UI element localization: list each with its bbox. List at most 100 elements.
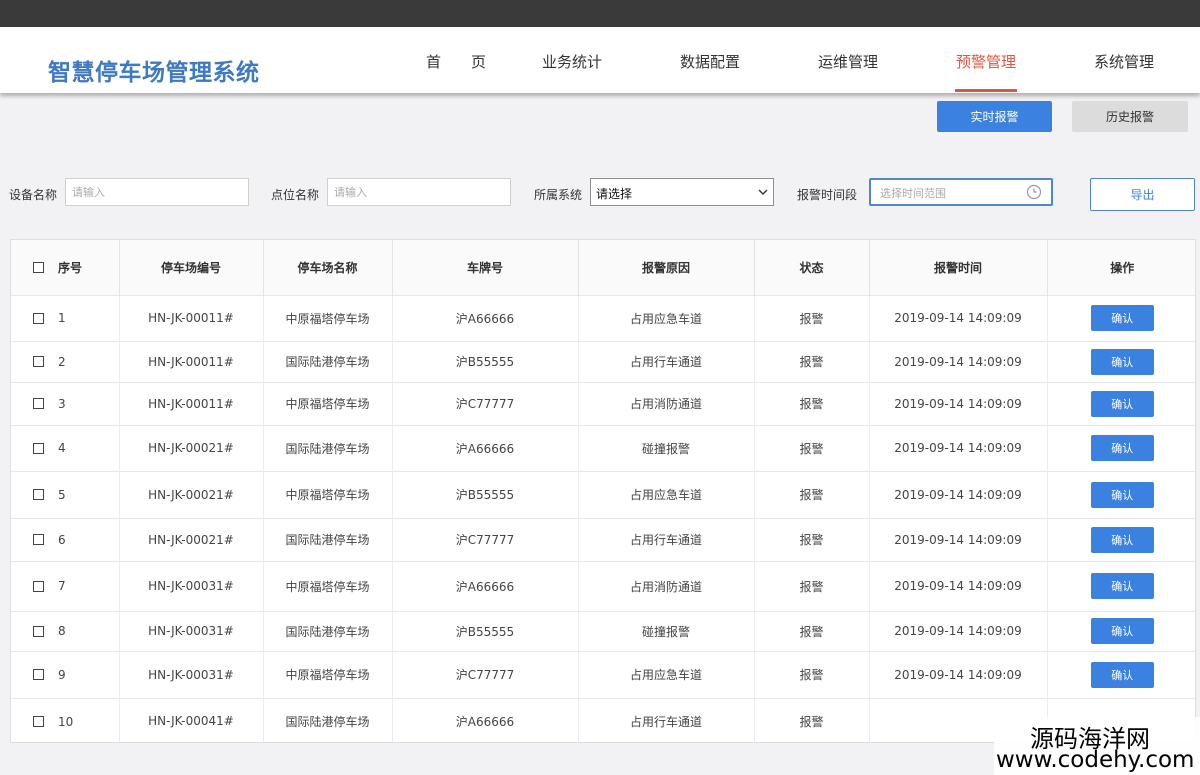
table-row: 8 HN-JK-00031# 国际陆港停车场 沪B55555 碰撞报警 报警 2… [11,610,1195,651]
watermark-url: www.codehy.com [996,747,1195,773]
active-nav-indicator [955,89,1017,92]
lot-code-cell: HN-JK-00011# [119,340,264,382]
reason-cell: 占用消防通道 [578,381,755,425]
nav-item-alert-management[interactable]: 预警管理 [956,51,1016,72]
system-select[interactable]: 请选择 [590,178,774,206]
status-cell: 报警 [754,470,870,518]
time-cell: 2019-09-14 14:09:09 [869,381,1048,425]
confirm-button[interactable]: 确认 [1090,526,1154,553]
nav-item-ops-management[interactable]: 运维管理 [818,51,878,72]
col-reason: 报警原因 [578,240,755,295]
col-time: 报警时间 [869,240,1048,295]
row-index: 4 [58,441,66,456]
row-checkbox[interactable] [33,356,44,368]
lot-name-cell: 中原福塔停车场 [263,381,393,425]
lot-name-cell: 中原福塔停车场 [263,470,393,518]
confirm-button[interactable]: 确认 [1090,481,1154,508]
lot-code-cell: HN-JK-00031# [119,560,264,611]
row-checkbox[interactable] [33,534,44,546]
time-cell: 2019-09-14 14:09:09 [869,650,1048,698]
plate-cell: 沪B55555 [392,470,579,518]
row-index: 3 [58,396,66,411]
plate-cell: 沪A66666 [392,294,579,341]
plate-cell: 沪A66666 [392,424,579,471]
lot-name-cell: 国际陆港停车场 [263,610,393,651]
time-cell: 2019-09-14 14:09:09 [869,340,1048,382]
time-cell: 2019-09-14 14:09:09 [869,560,1048,611]
row-index: 2 [58,354,66,369]
realtime-alert-button[interactable]: 实时报警 [937,101,1052,132]
row-checkbox[interactable] [33,398,44,410]
status-cell: 报警 [754,381,870,425]
alert-time-range-picker[interactable]: 选择时间范围 [869,178,1053,206]
col-status: 状态 [754,240,870,295]
reason-cell: 占用应急车道 [578,294,755,341]
status-cell: 报警 [754,697,870,742]
clock-icon [1026,184,1042,200]
status-cell: 报警 [754,517,870,561]
confirm-button[interactable]: 确认 [1090,661,1154,688]
row-index: 8 [58,624,66,639]
confirm-button[interactable]: 确认 [1090,435,1154,461]
time-cell: 2019-09-14 14:09:09 [869,424,1048,471]
point-name-input[interactable] [327,178,511,206]
col-lot-code: 停车场编号 [119,240,264,295]
export-button[interactable]: 导出 [1090,178,1195,211]
confirm-button[interactable]: 确认 [1090,618,1154,644]
row-checkbox[interactable] [33,716,44,727]
table-header-row: 序号 停车场编号 停车场名称 车牌号 报警原因 状态 报警时间 操作 [11,240,1195,295]
app-header: 智慧停车场管理系统 首 页 业务统计 数据配置 运维管理 预警管理 系统管理 [0,27,1200,93]
nav-item-business-stats[interactable]: 业务统计 [542,51,602,72]
table-row: 1 HN-JK-00011# 中原福塔停车场 沪A66666 占用应急车道 报警… [11,294,1195,341]
lot-name-cell: 中原福塔停车场 [263,650,393,698]
status-cell: 报警 [754,294,870,341]
alert-time-placeholder: 选择时间范围 [880,187,946,200]
point-name-label: 点位名称 [271,188,320,202]
history-alert-button[interactable]: 历史报警 [1072,101,1188,132]
reason-cell: 占用消防通道 [578,560,755,611]
row-checkbox[interactable] [33,442,44,454]
lot-code-cell: HN-JK-00031# [119,650,264,698]
chevron-down-icon [758,189,768,195]
confirm-button[interactable]: 确认 [1090,305,1154,331]
nav-item-home[interactable]: 首 页 [426,51,486,72]
row-checkbox[interactable] [33,580,44,592]
lot-name-cell: 国际陆港停车场 [263,340,393,382]
device-name-input[interactable] [65,178,249,206]
row-checkbox[interactable] [33,312,44,324]
reason-cell: 占用应急车道 [578,650,755,698]
row-checkbox[interactable] [33,489,44,501]
status-cell: 报警 [754,610,870,651]
row-index: 10 [58,714,74,729]
confirm-button[interactable]: 确认 [1090,573,1154,599]
time-cell: 2019-09-14 14:09:09 [869,294,1048,341]
app-title: 智慧停车场管理系统 [48,60,260,86]
table-row: 3 HN-JK-00011# 中原福塔停车场 沪C77777 占用消防通道 报警… [11,381,1195,425]
alert-table: 序号 停车场编号 停车场名称 车牌号 报警原因 状态 报警时间 操作 1 HN-… [10,239,1196,743]
row-index: 9 [58,667,66,682]
col-lot-name: 停车场名称 [263,240,393,295]
nav-item-data-config[interactable]: 数据配置 [680,51,740,72]
row-checkbox[interactable] [33,625,44,637]
lot-code-cell: HN-JK-00011# [119,294,264,341]
status-cell: 报警 [754,340,870,382]
plate-cell: 沪B55555 [392,610,579,651]
confirm-button[interactable]: 确认 [1090,348,1154,375]
col-action: 操作 [1047,240,1195,295]
confirm-button[interactable]: 确认 [1090,390,1154,417]
browser-top-bar [0,0,1200,27]
time-cell: 2019-09-14 14:09:09 [869,610,1048,651]
nav-item-system-management[interactable]: 系统管理 [1094,51,1154,72]
device-name-label: 设备名称 [9,188,58,202]
lot-name-cell: 国际陆港停车场 [263,517,393,561]
lot-code-cell: HN-JK-00021# [119,517,264,561]
lot-code-cell: HN-JK-00021# [119,424,264,471]
plate-cell: 沪C77777 [392,381,579,425]
plate-cell: 沪B55555 [392,340,579,382]
select-all-checkbox[interactable] [33,261,44,273]
system-select-value: 请选择 [596,187,633,201]
reason-cell: 占用行车通道 [578,517,755,561]
row-checkbox[interactable] [33,669,44,681]
lot-code-cell: HN-JK-00011# [119,381,264,425]
lot-code-cell: HN-JK-00031# [119,610,264,651]
